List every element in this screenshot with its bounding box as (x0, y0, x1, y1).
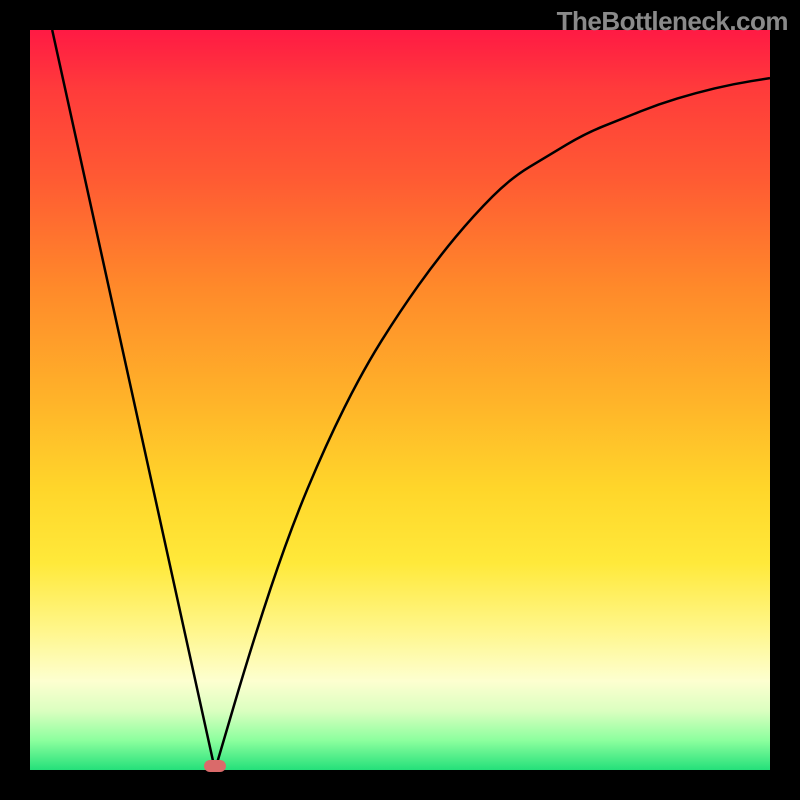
optimum-marker (204, 760, 226, 772)
watermark-text: TheBottleneck.com (557, 6, 788, 37)
curve-path (52, 30, 770, 770)
bottleneck-curve (30, 30, 770, 770)
chart-frame: TheBottleneck.com (0, 0, 800, 800)
plot-area (30, 30, 770, 770)
